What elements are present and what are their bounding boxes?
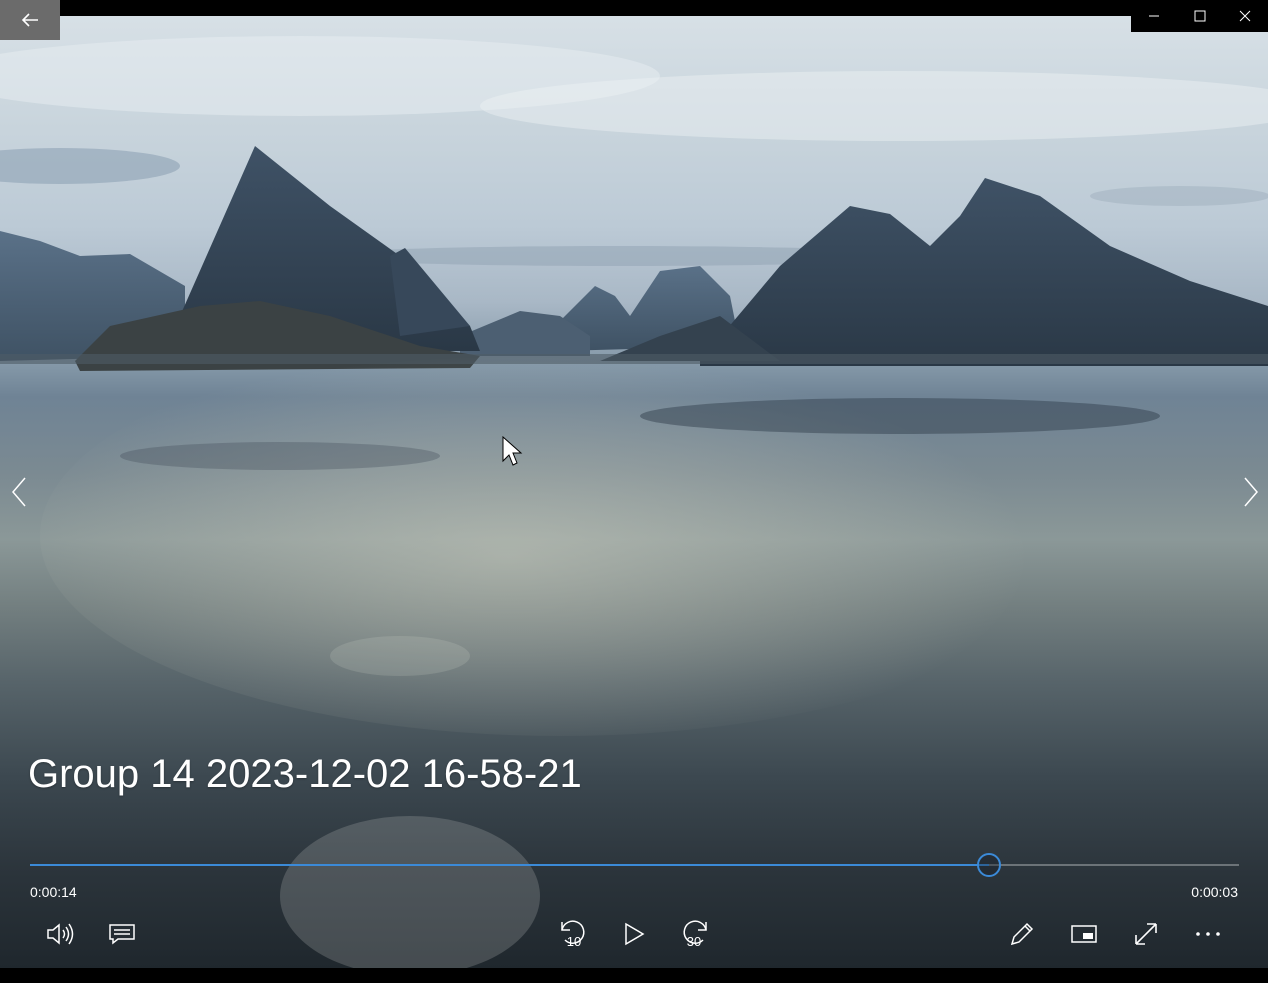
elapsed-time: 0:00:14 <box>30 884 77 900</box>
video-frame[interactable] <box>0 16 1268 968</box>
skip-back-10-icon: 10 <box>561 920 585 949</box>
volume-icon <box>47 923 74 945</box>
mini-view-icon <box>1071 925 1097 943</box>
fullscreen-button[interactable] <box>1124 914 1168 954</box>
remaining-time: 0:00:03 <box>1191 884 1238 900</box>
skip-forward-button[interactable]: 30 <box>674 914 718 954</box>
minimize-button[interactable] <box>1131 0 1177 32</box>
mouse-cursor-icon <box>502 436 523 466</box>
more-icon <box>1196 932 1220 936</box>
chevron-right-icon <box>1244 477 1258 507</box>
arrow-left-icon <box>21 13 38 27</box>
mini-view-button[interactable] <box>1062 914 1106 954</box>
close-button[interactable] <box>1222 0 1268 32</box>
more-options-button[interactable] <box>1186 914 1230 954</box>
captions-icon <box>109 924 135 945</box>
skip-back-button[interactable]: 10 <box>550 914 594 954</box>
back-button[interactable] <box>0 0 60 40</box>
maximize-icon <box>1194 10 1205 22</box>
fullscreen-icon <box>1135 923 1157 945</box>
video-scene <box>0 36 1268 968</box>
maximize-button[interactable] <box>1177 0 1223 32</box>
previous-button[interactable] <box>4 472 34 512</box>
captions-button[interactable] <box>100 914 144 954</box>
play-icon <box>625 922 645 946</box>
chevron-left-icon <box>12 477 26 507</box>
skip-forward-30-icon: 30 <box>683 920 707 949</box>
seek-bar[interactable] <box>30 853 1239 877</box>
play-button[interactable] <box>612 914 656 954</box>
bottom-border <box>0 968 1268 983</box>
video-title: Group 14 2023-12-02 16-58-21 <box>28 752 582 796</box>
minimize-icon <box>1148 15 1159 17</box>
volume-button[interactable] <box>38 914 82 954</box>
skip-back-label: 10 <box>567 934 581 949</box>
title-bar <box>0 0 1268 16</box>
skip-forward-label: 30 <box>687 934 701 949</box>
pencil-icon <box>1010 922 1034 946</box>
seek-bar-thumb[interactable] <box>976 853 1001 877</box>
next-button[interactable] <box>1236 472 1266 512</box>
close-icon <box>1239 10 1251 22</box>
seek-bar-progress <box>30 864 989 866</box>
edit-button[interactable] <box>1000 914 1044 954</box>
window-controls <box>1131 0 1268 32</box>
